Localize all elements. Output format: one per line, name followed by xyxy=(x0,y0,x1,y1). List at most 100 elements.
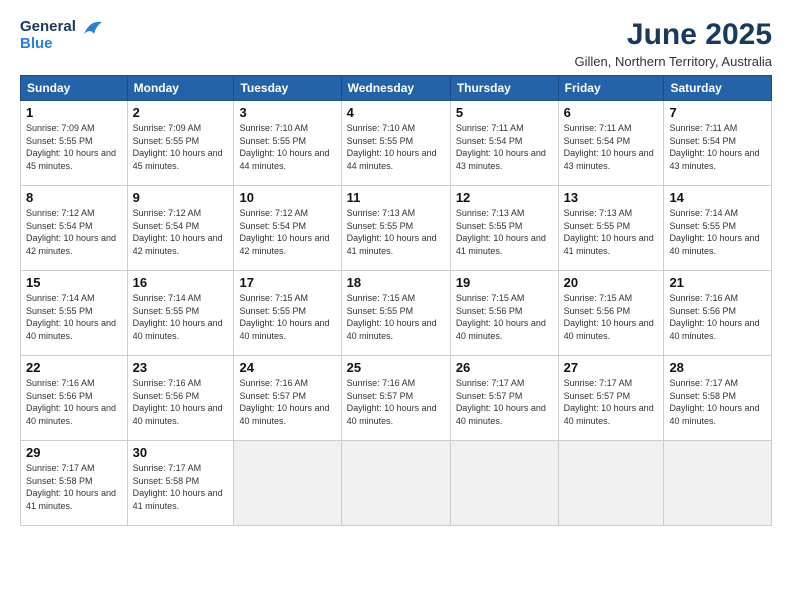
calendar-day-cell: 29 Sunrise: 7:17 AMSunset: 5:58 PMDayligh… xyxy=(21,441,128,526)
day-number: 13 xyxy=(564,190,659,205)
day-info: Sunrise: 7:13 AMSunset: 5:55 PMDaylight:… xyxy=(564,207,659,257)
day-number: 26 xyxy=(456,360,553,375)
logo-wing-icon xyxy=(82,18,104,36)
calendar-day-cell: 18Sunrise: 7:15 AMSunset: 5:55 PMDayligh… xyxy=(341,271,450,356)
day-number: 21 xyxy=(669,275,766,290)
calendar-day-cell: 27Sunrise: 7:17 AMSunset: 5:57 PMDayligh… xyxy=(558,356,664,441)
day-number: 3 xyxy=(239,105,335,120)
calendar-day-cell: 9Sunrise: 7:12 AMSunset: 5:54 PMDaylight… xyxy=(127,186,234,271)
calendar-week-row: 1 Sunrise: 7:09 AMSunset: 5:55 PMDaylight… xyxy=(21,101,772,186)
day-number: 2 xyxy=(133,105,229,120)
calendar-day-cell: 5 Sunrise: 7:11 AMSunset: 5:54 PMDaylight… xyxy=(450,101,558,186)
day-info: Sunrise: 7:12 AMSunset: 5:54 PMDaylight:… xyxy=(239,207,335,257)
calendar-day-cell: 13 Sunrise: 7:13 AMSunset: 5:55 PMDayligh… xyxy=(558,186,664,271)
calendar-day-cell: 17 Sunrise: 7:15 AMSunset: 5:55 PMDayligh… xyxy=(234,271,341,356)
day-info: Sunrise: 7:14 AMSunset: 5:55 PMDaylight:… xyxy=(133,292,229,342)
day-number: 10 xyxy=(239,190,335,205)
day-number: 6 xyxy=(564,105,659,120)
calendar-day-cell: 4 Sunrise: 7:10 AMSunset: 5:55 PMDaylight… xyxy=(341,101,450,186)
logo: General Blue xyxy=(20,18,104,53)
day-info: Sunrise: 7:13 AMSunset: 5:55 PMDaylight:… xyxy=(347,207,445,257)
calendar-day-cell: 26 Sunrise: 7:17 AMSunset: 5:57 PMDayligh… xyxy=(450,356,558,441)
calendar-day-cell: 7Sunrise: 7:11 AMSunset: 5:54 PMDaylight… xyxy=(664,101,772,186)
day-info: Sunrise: 7:09 AMSunset: 5:55 PMDaylight:… xyxy=(26,122,122,172)
calendar-header-thursday: Thursday xyxy=(450,76,558,101)
calendar-header-saturday: Saturday xyxy=(664,76,772,101)
day-info: Sunrise: 7:09 AMSunset: 5:55 PMDaylight:… xyxy=(133,122,229,172)
calendar-table: SundayMondayTuesdayWednesdayThursdayFrid… xyxy=(20,75,772,526)
day-number: 14 xyxy=(669,190,766,205)
day-number: 30 xyxy=(133,445,229,460)
header: General Blue June 2025 Gillen, Northern … xyxy=(20,18,772,69)
day-number: 19 xyxy=(456,275,553,290)
calendar-header-friday: Friday xyxy=(558,76,664,101)
day-number: 1 xyxy=(26,105,122,120)
day-number: 22 xyxy=(26,360,122,375)
calendar-day-cell xyxy=(341,441,450,526)
day-number: 23 xyxy=(133,360,229,375)
calendar-day-cell: 24Sunrise: 7:16 AMSunset: 5:57 PMDayligh… xyxy=(234,356,341,441)
calendar-day-cell: 23 Sunrise: 7:16 AMSunset: 5:56 PMDayligh… xyxy=(127,356,234,441)
day-info: Sunrise: 7:12 AMSunset: 5:54 PMDaylight:… xyxy=(26,207,122,257)
day-number: 15 xyxy=(26,275,122,290)
calendar-day-cell: 21 Sunrise: 7:16 AMSunset: 5:56 PMDayligh… xyxy=(664,271,772,356)
day-info: Sunrise: 7:16 AMSunset: 5:57 PMDaylight:… xyxy=(239,377,335,427)
day-info: Sunrise: 7:10 AMSunset: 5:55 PMDaylight:… xyxy=(239,122,335,172)
calendar-day-cell: 30 Sunrise: 7:17 AMSunset: 5:58 PMDayligh… xyxy=(127,441,234,526)
page: General Blue June 2025 Gillen, Northern … xyxy=(0,0,792,612)
day-info: Sunrise: 7:15 AMSunset: 5:55 PMDaylight:… xyxy=(347,292,445,342)
calendar-day-cell: 1 Sunrise: 7:09 AMSunset: 5:55 PMDaylight… xyxy=(21,101,128,186)
day-info: Sunrise: 7:17 AMSunset: 5:57 PMDaylight:… xyxy=(564,377,659,427)
day-info: Sunrise: 7:14 AMSunset: 5:55 PMDaylight:… xyxy=(669,207,766,257)
calendar-week-row: 22 Sunrise: 7:16 AMSunset: 5:56 PMDayligh… xyxy=(21,356,772,441)
calendar-day-cell xyxy=(234,441,341,526)
day-info: Sunrise: 7:14 AMSunset: 5:55 PMDaylight:… xyxy=(26,292,122,342)
calendar-day-cell: 6 Sunrise: 7:11 AMSunset: 5:54 PMDaylight… xyxy=(558,101,664,186)
calendar-week-row: 8Sunrise: 7:12 AMSunset: 5:54 PMDaylight… xyxy=(21,186,772,271)
day-number: 11 xyxy=(347,190,445,205)
day-info: Sunrise: 7:11 AMSunset: 5:54 PMDaylight:… xyxy=(564,122,659,172)
title-area: June 2025 Gillen, Northern Territory, Au… xyxy=(575,18,772,69)
day-number: 25 xyxy=(347,360,445,375)
day-number: 5 xyxy=(456,105,553,120)
calendar-day-cell: 15 Sunrise: 7:14 AMSunset: 5:55 PMDayligh… xyxy=(21,271,128,356)
day-info: Sunrise: 7:15 AMSunset: 5:56 PMDaylight:… xyxy=(564,292,659,342)
calendar-day-cell: 22 Sunrise: 7:16 AMSunset: 5:56 PMDayligh… xyxy=(21,356,128,441)
day-number: 29 xyxy=(26,445,122,460)
calendar-day-cell: 10 Sunrise: 7:12 AMSunset: 5:54 PMDayligh… xyxy=(234,186,341,271)
day-info: Sunrise: 7:13 AMSunset: 5:55 PMDaylight:… xyxy=(456,207,553,257)
calendar-day-cell: 20 Sunrise: 7:15 AMSunset: 5:56 PMDayligh… xyxy=(558,271,664,356)
calendar-day-cell: 12Sunrise: 7:13 AMSunset: 5:55 PMDayligh… xyxy=(450,186,558,271)
day-number: 20 xyxy=(564,275,659,290)
day-number: 28 xyxy=(669,360,766,375)
day-info: Sunrise: 7:11 AMSunset: 5:54 PMDaylight:… xyxy=(456,122,553,172)
day-info: Sunrise: 7:15 AMSunset: 5:56 PMDaylight:… xyxy=(456,292,553,342)
day-info: Sunrise: 7:17 AMSunset: 5:57 PMDaylight:… xyxy=(456,377,553,427)
day-info: Sunrise: 7:16 AMSunset: 5:56 PMDaylight:… xyxy=(133,377,229,427)
day-info: Sunrise: 7:16 AMSunset: 5:56 PMDaylight:… xyxy=(669,292,766,342)
calendar-header-monday: Monday xyxy=(127,76,234,101)
day-number: 16 xyxy=(133,275,229,290)
day-info: Sunrise: 7:16 AMSunset: 5:56 PMDaylight:… xyxy=(26,377,122,427)
logo-text: General xyxy=(20,18,104,36)
calendar-day-cell: 14 Sunrise: 7:14 AMSunset: 5:55 PMDayligh… xyxy=(664,186,772,271)
calendar-day-cell: 8Sunrise: 7:12 AMSunset: 5:54 PMDaylight… xyxy=(21,186,128,271)
day-number: 17 xyxy=(239,275,335,290)
location-title: Gillen, Northern Territory, Australia xyxy=(575,54,772,69)
calendar-day-cell xyxy=(450,441,558,526)
day-info: Sunrise: 7:17 AMSunset: 5:58 PMDaylight:… xyxy=(133,462,229,512)
day-info: Sunrise: 7:10 AMSunset: 5:55 PMDaylight:… xyxy=(347,122,445,172)
calendar-day-cell xyxy=(558,441,664,526)
calendar-header-wednesday: Wednesday xyxy=(341,76,450,101)
day-info: Sunrise: 7:17 AMSunset: 5:58 PMDaylight:… xyxy=(669,377,766,427)
calendar-day-cell: 25Sunrise: 7:16 AMSunset: 5:57 PMDayligh… xyxy=(341,356,450,441)
calendar-header-row: SundayMondayTuesdayWednesdayThursdayFrid… xyxy=(21,76,772,101)
calendar-day-cell xyxy=(664,441,772,526)
day-info: Sunrise: 7:17 AMSunset: 5:58 PMDaylight:… xyxy=(26,462,122,512)
calendar-header-sunday: Sunday xyxy=(21,76,128,101)
calendar-day-cell: 3 Sunrise: 7:10 AMSunset: 5:55 PMDaylight… xyxy=(234,101,341,186)
calendar-week-row: 29 Sunrise: 7:17 AMSunset: 5:58 PMDayligh… xyxy=(21,441,772,526)
day-number: 4 xyxy=(347,105,445,120)
day-info: Sunrise: 7:15 AMSunset: 5:55 PMDaylight:… xyxy=(239,292,335,342)
day-number: 7 xyxy=(669,105,766,120)
